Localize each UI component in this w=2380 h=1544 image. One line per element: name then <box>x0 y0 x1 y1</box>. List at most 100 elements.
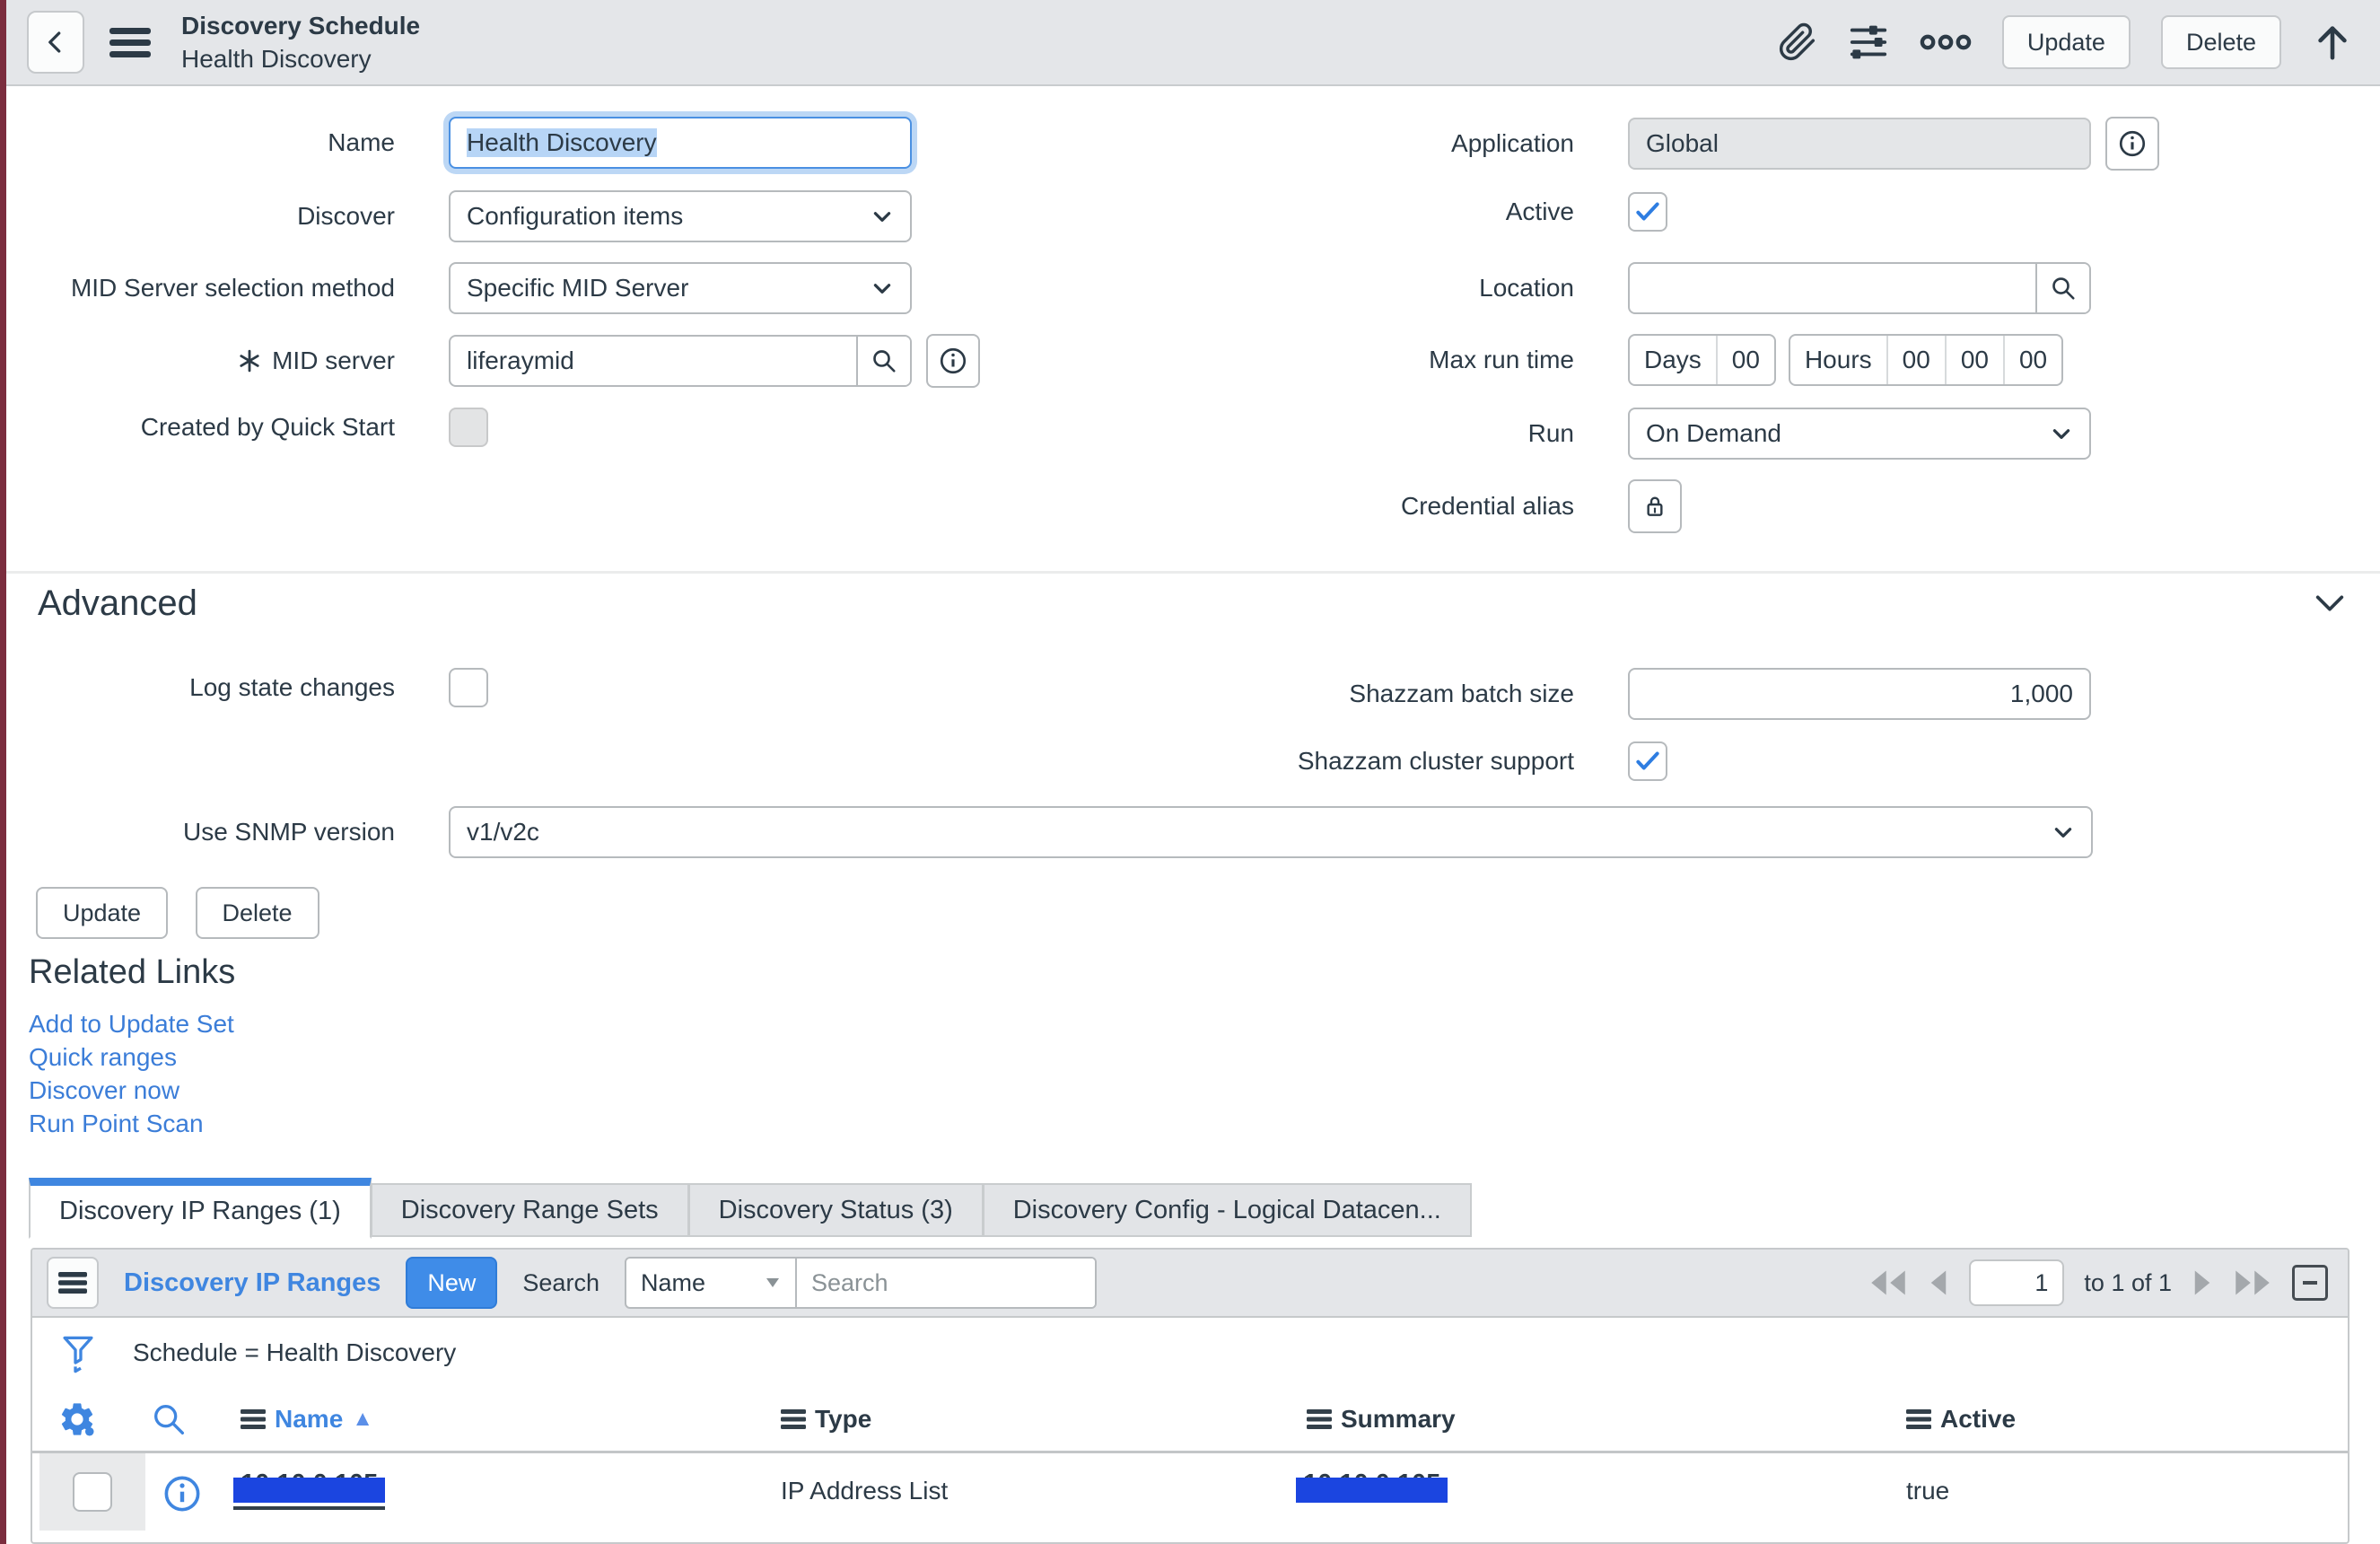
max-run-time-label: Max run time <box>1190 346 1574 374</box>
tab-discovery-range-sets[interactable]: Discovery Range Sets <box>372 1183 689 1237</box>
column-menu-icon <box>1906 1409 1931 1429</box>
active-checkbox[interactable] <box>1628 192 1667 232</box>
filter-breadcrumb[interactable]: Schedule = Health Discovery <box>133 1338 456 1367</box>
active-label: Active <box>1190 197 1574 226</box>
credential-alias-button[interactable] <box>1628 479 1682 533</box>
field-row-max-run-time: Max run time Days 00 Hours 00 00 00 <box>1190 334 2063 386</box>
related-link-quick-ranges[interactable]: Quick ranges <box>29 1040 234 1074</box>
mid-server-reference-group: liferaymid <box>449 335 912 387</box>
tab-discovery-config[interactable]: Discovery Config - Logical Datacen... <box>984 1183 1472 1237</box>
scroll-to-top-button[interactable] <box>2312 21 2353 64</box>
update-button-footer[interactable]: Update <box>36 887 168 939</box>
new-record-button[interactable]: New <box>406 1257 497 1309</box>
tab-discovery-status[interactable]: Discovery Status (3) <box>689 1183 984 1237</box>
window-edge-accent <box>0 0 6 1544</box>
delete-button-footer[interactable]: Delete <box>196 887 319 939</box>
list-column-search-button[interactable] <box>151 1401 187 1437</box>
page-number-input[interactable] <box>1969 1259 2064 1306</box>
advanced-collapse-toggle[interactable] <box>2310 585 2349 621</box>
row-preview-button[interactable] <box>162 1473 203 1514</box>
list-pagination: to 1 of 1 <box>1868 1259 2333 1306</box>
related-link-run-point-scan[interactable]: Run Point Scan <box>29 1107 234 1140</box>
list-title-link[interactable]: Discovery IP Ranges <box>124 1268 381 1298</box>
redaction-bar <box>1296 1478 1448 1503</box>
related-link-add-to-update-set[interactable]: Add to Update Set <box>29 1007 234 1040</box>
column-header-name[interactable]: Name ▲ <box>241 1405 373 1434</box>
row-name-link[interactable]: 10.10.0.105 <box>233 1469 385 1510</box>
related-link-discover-now[interactable]: Discover now <box>29 1074 234 1107</box>
minimize-list-button[interactable] <box>2292 1265 2328 1301</box>
discover-select[interactable]: Configuration items <box>449 190 912 242</box>
application-info-button[interactable] <box>2105 117 2159 171</box>
attachment-button[interactable] <box>1778 22 1817 62</box>
mid-server-lookup-button[interactable] <box>856 337 910 385</box>
max-run-days-box: Days 00 <box>1628 334 1776 386</box>
field-row-shazzam-cluster: Shazzam cluster support <box>1190 741 1667 781</box>
column-header-type[interactable]: Type <box>781 1405 871 1434</box>
log-state-checkbox[interactable] <box>449 668 488 707</box>
column-header-name-label[interactable]: Name <box>275 1405 343 1434</box>
run-select[interactable]: On Demand <box>1628 408 2091 460</box>
minutes-input[interactable]: 00 <box>1945 336 2003 384</box>
field-row-shazzam-batch: Shazzam batch size 1,000 <box>1190 668 2091 720</box>
run-label: Run <box>1190 419 1574 448</box>
seconds-input[interactable]: 00 <box>2003 336 2061 384</box>
chevron-down-icon <box>2050 422 2073 445</box>
row-select-cell <box>39 1453 145 1531</box>
snmp-select[interactable]: v1/v2c <box>449 806 2093 858</box>
form-context-menu-button[interactable] <box>109 26 151 58</box>
credential-alias-label: Credential alias <box>1190 492 1574 521</box>
column-header-active[interactable]: Active <box>1906 1405 2016 1434</box>
info-icon <box>938 346 968 376</box>
search-label: Search <box>522 1269 599 1297</box>
delete-button-header[interactable]: Delete <box>2161 15 2281 69</box>
list-search-group: Name <box>625 1257 1097 1309</box>
location-input[interactable] <box>1630 264 2035 312</box>
filter-funnel-button[interactable] <box>59 1332 97 1373</box>
shazzam-cluster-checkbox[interactable] <box>1628 741 1667 781</box>
column-header-summary-label[interactable]: Summary <box>1341 1405 1456 1434</box>
column-header-type-label[interactable]: Type <box>815 1405 871 1434</box>
column-header-active-label[interactable]: Active <box>1940 1405 2016 1434</box>
mid-server-info-button[interactable] <box>926 334 980 388</box>
minus-icon <box>2303 1281 2317 1285</box>
chevron-down-icon <box>871 205 894 228</box>
column-header-summary[interactable]: Summary <box>1307 1405 1456 1434</box>
search-field-select[interactable]: Name <box>626 1259 795 1307</box>
list-context-menu-button[interactable] <box>47 1257 99 1309</box>
tab-discovery-ip-ranges[interactable]: Discovery IP Ranges (1) <box>29 1178 372 1239</box>
hours-input[interactable]: 00 <box>1886 336 1945 384</box>
field-row-discover: Discover Configuration items <box>0 190 912 242</box>
previous-page-button[interactable] <box>1928 1269 1949 1296</box>
list-search-input[interactable] <box>795 1259 1095 1307</box>
days-input[interactable]: 00 <box>1716 336 1774 384</box>
personalize-list-button[interactable] <box>57 1399 97 1439</box>
application-label: Application <box>1190 129 1574 158</box>
chevron-down-icon <box>2052 820 2075 844</box>
form-header-bar: Discovery Schedule Health Discovery Upda… <box>0 0 2380 86</box>
personalize-form-button[interactable] <box>1848 22 1889 63</box>
mid-server-input[interactable]: liferaymid <box>451 337 856 385</box>
gear-icon <box>57 1399 97 1439</box>
mid-method-label: MID Server selection method <box>0 274 395 303</box>
discover-value: Configuration items <box>467 202 683 231</box>
update-button-header[interactable]: Update <box>2002 15 2131 69</box>
application-input: Global <box>1628 118 2091 170</box>
shazzam-batch-input[interactable]: 1,000 <box>1628 668 2091 720</box>
name-input[interactable]: Health Discovery <box>449 117 912 169</box>
related-links-list: Add to Update Set Quick ranges Discover … <box>29 1007 234 1140</box>
first-page-button[interactable] <box>1868 1269 1908 1296</box>
chevron-down-icon <box>2310 585 2349 621</box>
last-page-button[interactable] <box>2233 1269 2272 1296</box>
location-lookup-button[interactable] <box>2035 264 2089 312</box>
more-options-button[interactable] <box>1920 31 1972 53</box>
back-button[interactable] <box>27 11 84 74</box>
next-page-button[interactable] <box>2192 1269 2213 1296</box>
row-select-checkbox[interactable] <box>73 1472 112 1512</box>
search-icon <box>151 1401 187 1437</box>
form-footer-actions: Update Delete <box>36 887 343 939</box>
table-row: 10.10.0.105 IP Address List 10.10.0.105 … <box>32 1453 2348 1544</box>
mid-method-select[interactable]: Specific MID Server <box>449 262 912 314</box>
quick-start-checkbox[interactable] <box>449 408 488 447</box>
hamburger-icon <box>58 1271 87 1294</box>
